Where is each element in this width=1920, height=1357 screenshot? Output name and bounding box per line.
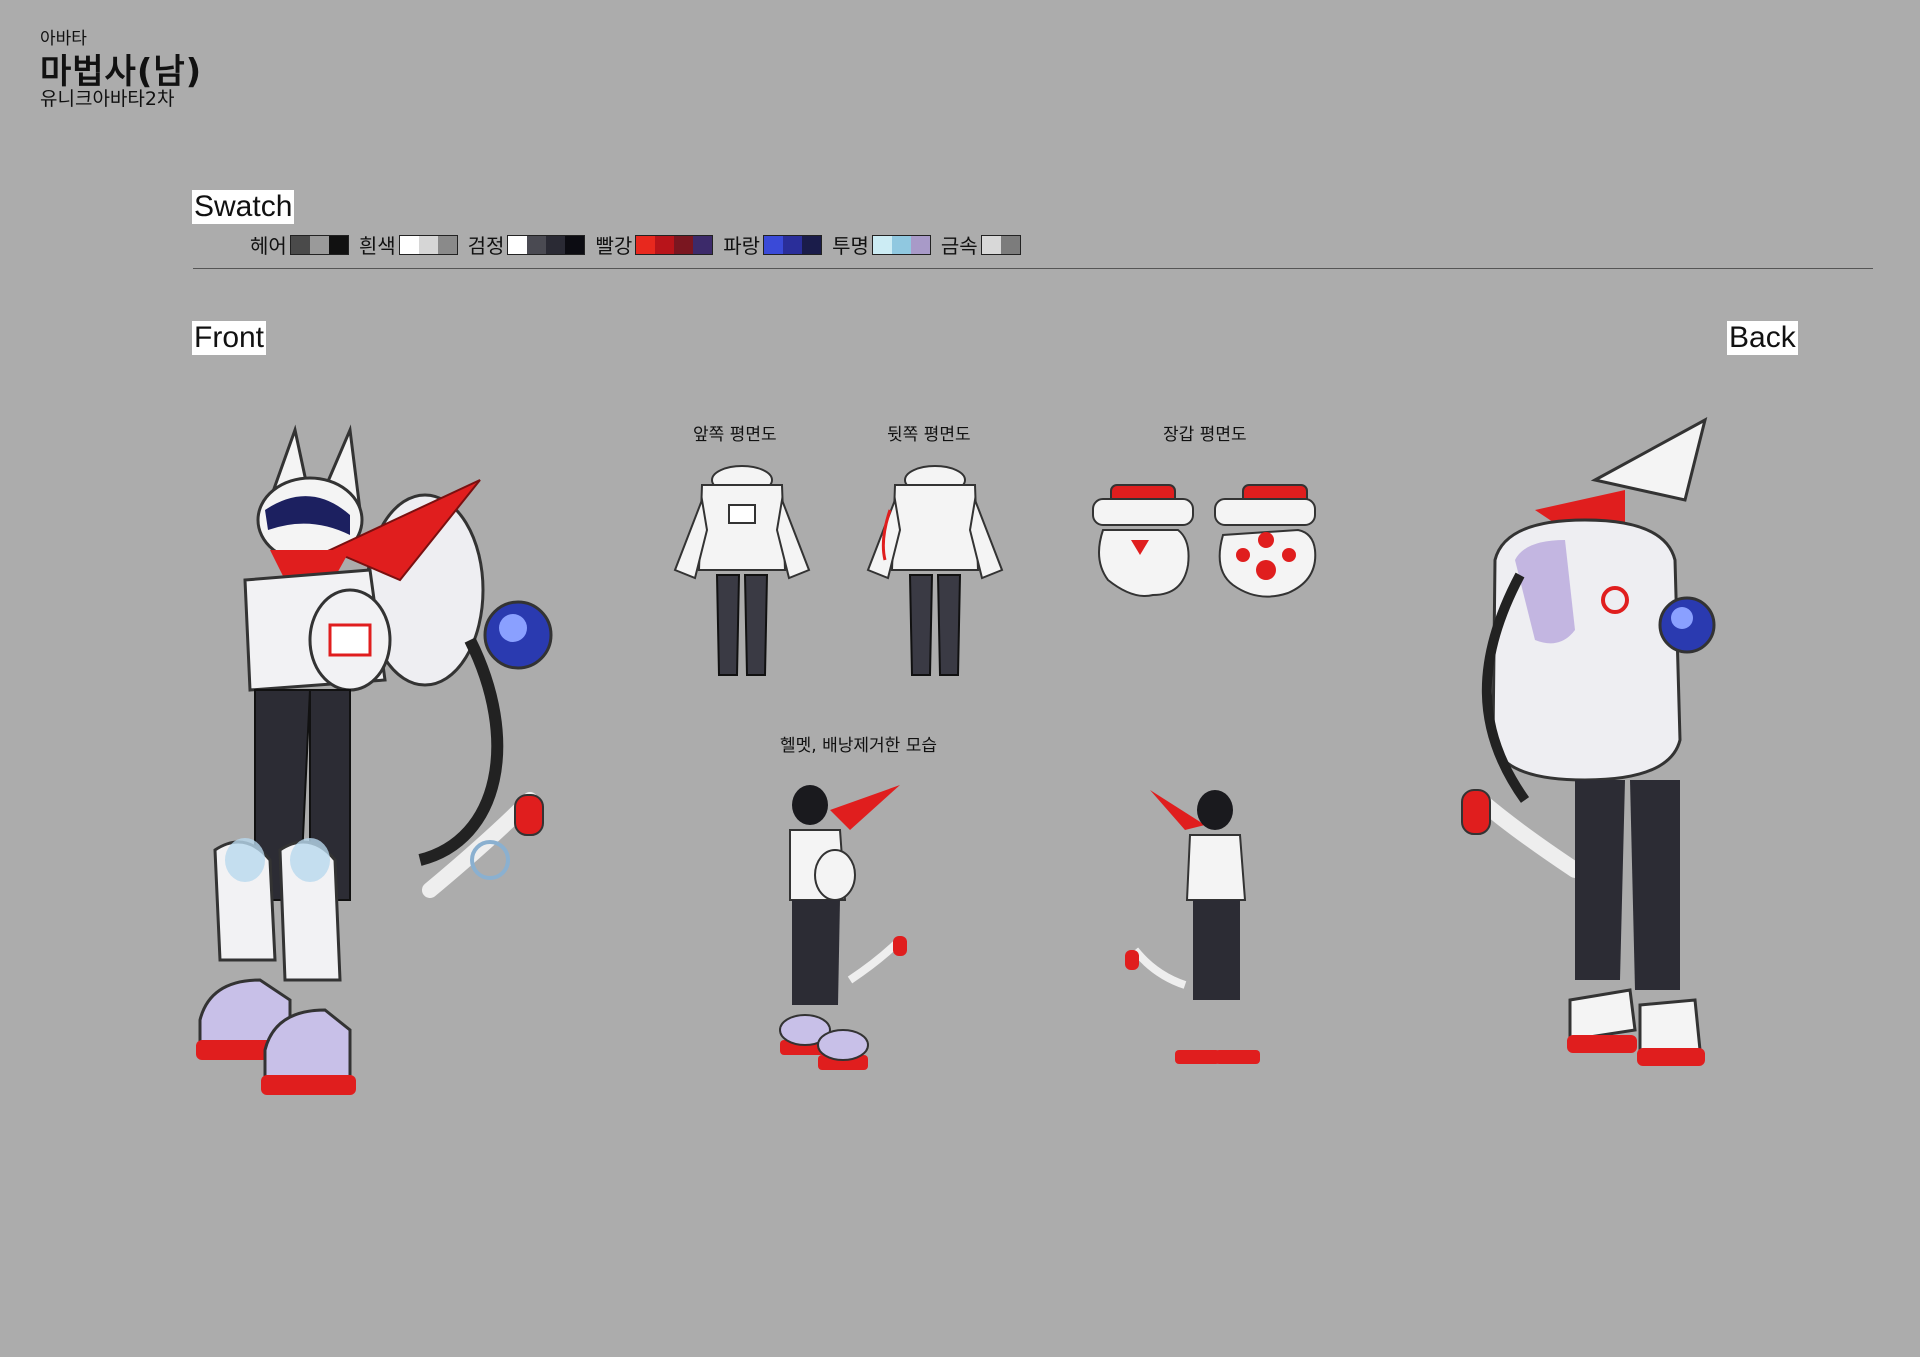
swatch-chip: [508, 235, 528, 254]
swatch-chips: [763, 234, 823, 255]
glove-flat-drawing: [1092, 484, 1317, 598]
swatch-group-label: 흰색: [358, 234, 396, 258]
swatch-chip: [891, 235, 911, 254]
swatch-chip: [290, 235, 310, 254]
page-subtitle: 유니크아바타2차: [40, 88, 175, 110]
swatch-chip: [636, 235, 656, 254]
swatch-chips: [398, 234, 458, 255]
back-label: Back: [1727, 321, 1798, 355]
swatch-group-label: 파랑: [723, 234, 761, 258]
front-flat-drawing: [673, 465, 811, 676]
swatch-group: 투명: [832, 230, 931, 259]
no-helmet-caption: 헬멧, 배낭제거한 모습: [780, 736, 937, 756]
front-label: Front: [192, 321, 267, 355]
swatch-chip: [802, 235, 822, 254]
swatch-group: 금속: [941, 230, 1021, 259]
front-flat-caption: 앞쪽 평면도: [693, 425, 777, 445]
swatch-group-label: 헤어: [250, 234, 287, 258]
swatch-chip: [872, 235, 892, 254]
swatch-chip: [309, 235, 329, 254]
swatch-group-label: 검정: [467, 234, 505, 258]
swatch-chip: [981, 235, 1001, 254]
swatch-chip: [328, 235, 348, 254]
swatch-chips: [980, 234, 1021, 255]
swatch-chip: [655, 235, 675, 254]
section-divider: [193, 268, 1873, 269]
glove-flat-caption: 장갑 평면도: [1163, 425, 1247, 445]
swatch-chip: [910, 235, 930, 254]
back-flat-caption: 뒷쪽 평면도: [887, 425, 971, 445]
no-helmet-back-figure: [1125, 790, 1260, 1064]
back-flat-drawing: [866, 465, 1004, 676]
swatch-group-label: 금속: [940, 234, 978, 258]
swatch-group-label: 빨강: [595, 234, 633, 258]
swatch-chip: [764, 235, 784, 254]
swatch-row: 헤어 흰색 검정 빨강 파랑 투명 금속: [250, 230, 1031, 259]
swatch-group: 헤어: [250, 230, 349, 259]
swatch-group: 흰색: [359, 230, 458, 259]
no-helmet-front-figure: [779, 785, 907, 1070]
swatch-group-label: 투명: [832, 234, 869, 258]
swatch-chip: [546, 235, 566, 254]
swatch-group: 검정: [468, 230, 586, 259]
swatch-chip: [565, 235, 585, 254]
back-character-illustration: [1461, 417, 1716, 1066]
swatch-chip: [437, 235, 457, 254]
swatch-chips: [507, 234, 586, 255]
swatch-chip: [527, 235, 547, 254]
front-character-illustration: [196, 424, 553, 1095]
swatch-chip: [674, 235, 694, 254]
swatch-chip: [1000, 235, 1020, 254]
swatch-chip: [399, 235, 419, 254]
swatch-chip: [693, 235, 713, 254]
swatch-chip: [418, 235, 438, 254]
swatch-chips: [635, 234, 714, 255]
swatch-chip: [783, 235, 803, 254]
swatch-group: 파랑: [723, 230, 823, 259]
swatch-heading: Swatch: [192, 190, 295, 224]
swatch-chips: [289, 234, 349, 255]
swatch-group: 빨강: [595, 230, 714, 259]
swatch-chips: [871, 234, 931, 255]
